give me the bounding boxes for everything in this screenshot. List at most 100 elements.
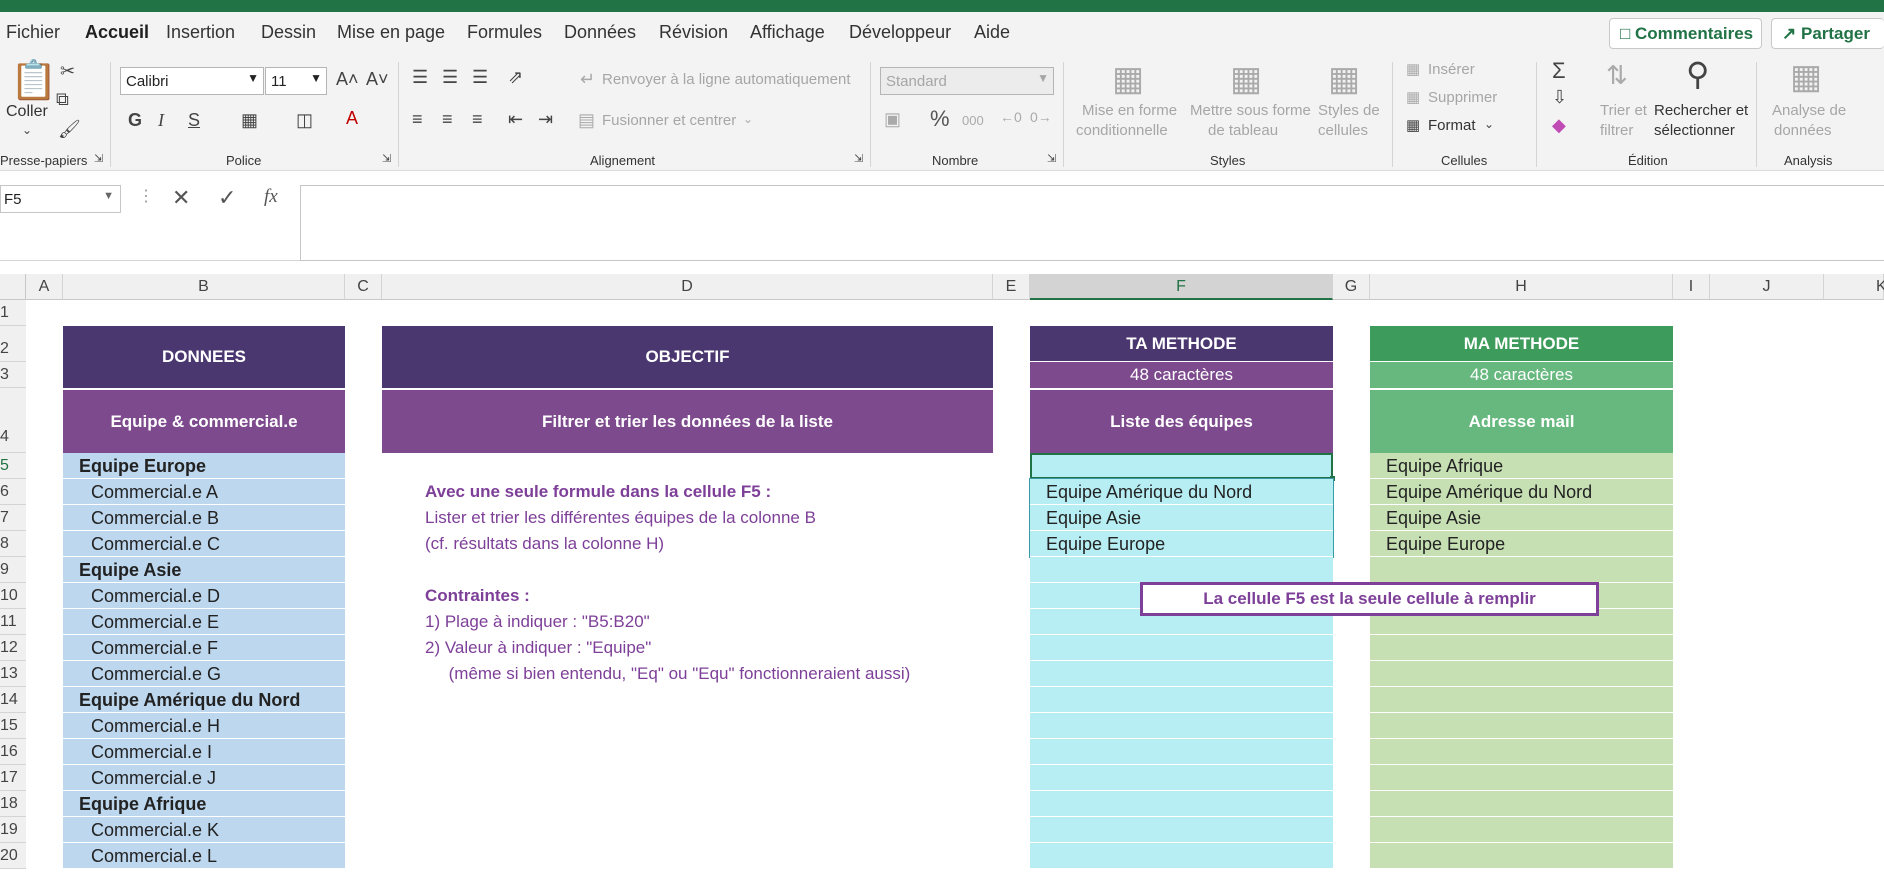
cell-b9[interactable]: Equipe Asie xyxy=(63,557,345,583)
objectif-subtitle[interactable]: Filtrer et trier les données de la liste xyxy=(382,390,993,453)
row-header-7[interactable]: 7 xyxy=(0,505,26,531)
cell-b18[interactable]: Equipe Afrique xyxy=(63,791,345,817)
format-as-table-icon[interactable]: ▦ xyxy=(1230,62,1262,96)
cell-b12[interactable]: Commercial.e F xyxy=(63,635,345,661)
conditional-format-icon[interactable]: ▦ xyxy=(1112,62,1144,96)
cell-f9[interactable] xyxy=(1030,557,1333,583)
row-header-15[interactable]: 15 xyxy=(0,713,26,739)
paste-icon[interactable]: 📋 xyxy=(10,62,57,100)
row-header-10[interactable]: 10 xyxy=(0,583,26,609)
cell-f6[interactable]: Equipe Amérique du Nord xyxy=(1030,479,1333,505)
paste-label[interactable]: Coller xyxy=(6,103,48,121)
column-header-c[interactable]: C xyxy=(345,274,382,300)
delete-cells-label[interactable]: Supprimer xyxy=(1428,89,1497,106)
conditional-format-label-1[interactable]: Mise en forme xyxy=(1082,102,1177,119)
cell-f18[interactable] xyxy=(1030,791,1333,817)
copy-icon[interactable]: ⧉ xyxy=(56,90,69,108)
sort-filter-label-2[interactable]: filtrer xyxy=(1600,122,1633,139)
font-name-select[interactable]: Calibri ▼ xyxy=(120,67,264,95)
donnees-subtitle[interactable]: Equipe & commercial.e xyxy=(63,390,345,453)
cell-b5[interactable]: Equipe Europe xyxy=(63,453,345,479)
cell-f8[interactable]: Equipe Europe xyxy=(1030,531,1333,557)
format-as-table-label-1[interactable]: Mettre sous forme xyxy=(1190,102,1311,119)
cell-b8[interactable]: Commercial.e C xyxy=(63,531,345,557)
format-as-table-label-2[interactable]: de tableau xyxy=(1208,122,1278,139)
cell-styles-icon[interactable]: ▦ xyxy=(1328,62,1360,96)
wrap-text-label[interactable]: Renvoyer à la ligne automatiquement xyxy=(602,71,850,88)
tab-formules[interactable]: Formules xyxy=(467,22,542,43)
align-bottom-icon[interactable]: ☰ xyxy=(472,68,488,86)
cell-h9[interactable] xyxy=(1370,557,1673,583)
decrease-indent-icon[interactable]: ⇤ xyxy=(508,110,523,128)
analyze-data-icon[interactable]: ▦ xyxy=(1790,60,1822,94)
cell-f7[interactable]: Equipe Asie xyxy=(1030,505,1333,531)
sort-filter-label-1[interactable]: Trier et xyxy=(1600,102,1647,119)
cell-f15[interactable] xyxy=(1030,713,1333,739)
column-header-f[interactable]: F xyxy=(1030,274,1333,300)
increase-indent-icon[interactable]: ⇥ xyxy=(538,110,553,128)
conditional-format-label-2[interactable]: conditionnelle xyxy=(1076,122,1168,139)
find-select-label-2[interactable]: sélectionner xyxy=(1654,122,1735,139)
insert-function-icon[interactable]: fx xyxy=(264,187,278,206)
column-header-i[interactable]: I xyxy=(1673,274,1710,300)
cell-h14[interactable] xyxy=(1370,687,1673,713)
column-header-j[interactable]: J xyxy=(1710,274,1824,300)
tab-donnees[interactable]: Données xyxy=(564,22,636,43)
cell-h13[interactable] xyxy=(1370,661,1673,687)
column-header-h[interactable]: H xyxy=(1370,274,1673,300)
row-header-4[interactable]: 4 xyxy=(0,388,26,453)
bold-icon[interactable]: G xyxy=(128,111,142,129)
cancel-icon[interactable]: ✕ xyxy=(172,187,190,209)
analyze-data-label-2[interactable]: données xyxy=(1774,122,1832,139)
column-header-e[interactable]: E xyxy=(993,274,1030,300)
merge-label[interactable]: Fusionner et centrer xyxy=(602,112,736,129)
cut-icon[interactable]: ✂ xyxy=(60,62,75,80)
cell-styles-label-2[interactable]: cellules xyxy=(1318,122,1368,139)
cell-h17[interactable] xyxy=(1370,765,1673,791)
cell-b10[interactable]: Commercial.e D xyxy=(63,583,345,609)
comments-button[interactable]: □ Commentaires xyxy=(1609,18,1762,49)
clear-icon[interactable]: ◆ xyxy=(1552,116,1566,134)
formula-input[interactable] xyxy=(300,185,1884,261)
cell-h15[interactable] xyxy=(1370,713,1673,739)
row-header-9[interactable]: 9 xyxy=(0,557,26,583)
row-header-2[interactable]: 2 xyxy=(0,326,26,362)
cell-b16[interactable]: Commercial.e I xyxy=(63,739,345,765)
align-center-icon[interactable]: ≡ xyxy=(442,110,453,128)
cell-h5[interactable]: Equipe Afrique xyxy=(1370,453,1673,479)
column-header-k[interactable]: K xyxy=(1824,274,1884,300)
analyze-data-label-1[interactable]: Analyse de xyxy=(1772,102,1846,119)
currency-icon[interactable]: ▣ xyxy=(884,110,901,128)
align-middle-icon[interactable]: ☰ xyxy=(442,68,458,86)
insert-cells-label[interactable]: Insérer xyxy=(1428,61,1475,78)
find-select-label-1[interactable]: Rechercher et xyxy=(1654,102,1748,119)
font-launcher-icon[interactable]: ⇲ xyxy=(382,154,391,165)
row-header-16[interactable]: 16 xyxy=(0,739,26,765)
row-header-14[interactable]: 14 xyxy=(0,687,26,713)
column-header-a[interactable]: A xyxy=(26,274,63,300)
grow-font-icon[interactable]: A˄ xyxy=(336,70,359,88)
cell-f13[interactable] xyxy=(1030,661,1333,687)
name-box[interactable]: F5 ▼ xyxy=(0,185,121,213)
font-size-select[interactable]: 11 ▼ xyxy=(265,67,327,95)
decrease-decimal-icon[interactable]: 0→ xyxy=(1030,110,1052,124)
font-color-icon[interactable]: A xyxy=(346,109,358,127)
cell-h16[interactable] xyxy=(1370,739,1673,765)
search-icon[interactable]: ⚲ xyxy=(1686,58,1709,90)
row-header-20[interactable]: 20 xyxy=(0,843,26,869)
row-header-5[interactable]: 5 xyxy=(0,453,26,479)
number-launcher-icon[interactable]: ⇲ xyxy=(1047,154,1056,165)
cell-b15[interactable]: Commercial.e H xyxy=(63,713,345,739)
tab-affichage[interactable]: Affichage xyxy=(750,22,825,43)
shrink-font-icon[interactable]: A˅ xyxy=(366,70,389,88)
alignment-launcher-icon[interactable]: ⇲ xyxy=(854,154,863,165)
align-right-icon[interactable]: ≡ xyxy=(472,110,483,128)
cell-b17[interactable]: Commercial.e J xyxy=(63,765,345,791)
cell-b14[interactable]: Equipe Amérique du Nord xyxy=(63,687,345,713)
cell-h19[interactable] xyxy=(1370,817,1673,843)
column-header-b[interactable]: B xyxy=(63,274,345,300)
percent-icon[interactable]: % xyxy=(930,108,950,130)
cell-h7[interactable]: Equipe Asie xyxy=(1370,505,1673,531)
ta-methode-subtitle[interactable]: Liste des équipes xyxy=(1030,390,1333,453)
cell-b11[interactable]: Commercial.e E xyxy=(63,609,345,635)
